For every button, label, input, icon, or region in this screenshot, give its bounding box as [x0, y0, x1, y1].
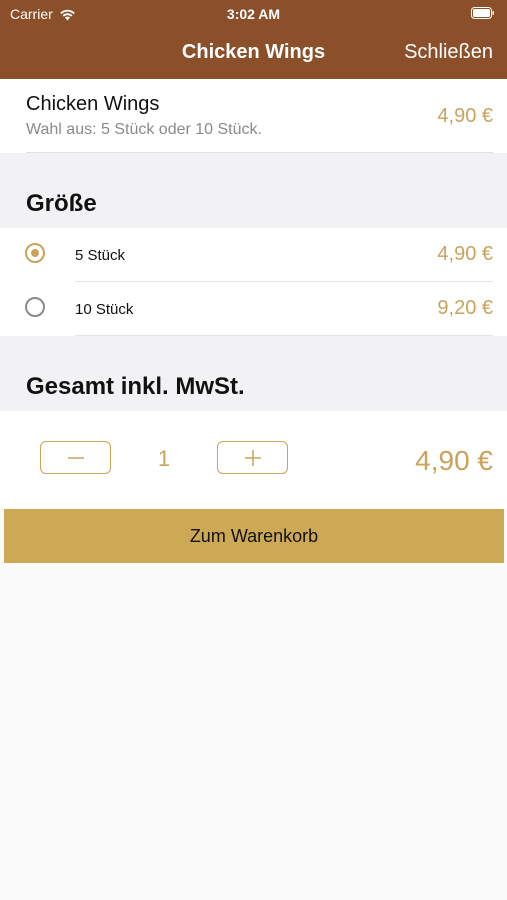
- option-price: 9,20 €: [437, 297, 493, 319]
- total-section-header: Gesamt inkl. MwSt.: [0, 336, 507, 411]
- option-price: 4,90 €: [437, 243, 493, 265]
- product-price: 4,90 €: [437, 105, 493, 127]
- size-section-header: Größe: [0, 153, 507, 228]
- decrease-quantity-button[interactable]: [40, 441, 111, 474]
- product-name: Chicken Wings: [26, 93, 160, 115]
- screen: Carrier 3:02 AM Chicken Wings Schließen …: [0, 0, 507, 900]
- size-section-title: Größe: [26, 190, 97, 217]
- empty-background: [0, 563, 507, 900]
- battery-icon: [471, 7, 494, 19]
- status-bar: Carrier 3:02 AM: [0, 0, 507, 28]
- radio-selected-icon[interactable]: [25, 243, 45, 263]
- close-button[interactable]: Schließen: [404, 41, 493, 64]
- total-section-title: Gesamt inkl. MwSt.: [26, 373, 245, 400]
- minus-icon: [67, 456, 84, 459]
- size-option-5[interactable]: 5 Stück 4,90 €: [0, 228, 507, 282]
- quantity-value: 1: [157, 446, 171, 471]
- add-to-cart-button[interactable]: Zum Warenkorb: [4, 509, 504, 563]
- option-label: 5 Stück: [75, 247, 126, 264]
- product-row: Chicken Wings Wahl aus: 5 Stück oder 10 …: [0, 79, 507, 153]
- increase-quantity-button[interactable]: [217, 441, 288, 474]
- status-time: 3:02 AM: [226, 6, 281, 22]
- navigation-bar: Carrier 3:02 AM Chicken Wings Schließen: [0, 0, 507, 79]
- total-price: 4,90 €: [415, 445, 493, 476]
- quantity-total-row: 1 4,90 €: [0, 411, 507, 509]
- product-description: Wahl aus: 5 Stück oder 10 Stück.: [26, 121, 262, 138]
- radio-unselected-icon[interactable]: [25, 297, 45, 317]
- option-label: 10 Stück: [75, 301, 134, 318]
- size-option-10[interactable]: 10 Stück 9,20 €: [0, 282, 507, 336]
- plus-icon: [244, 449, 261, 466]
